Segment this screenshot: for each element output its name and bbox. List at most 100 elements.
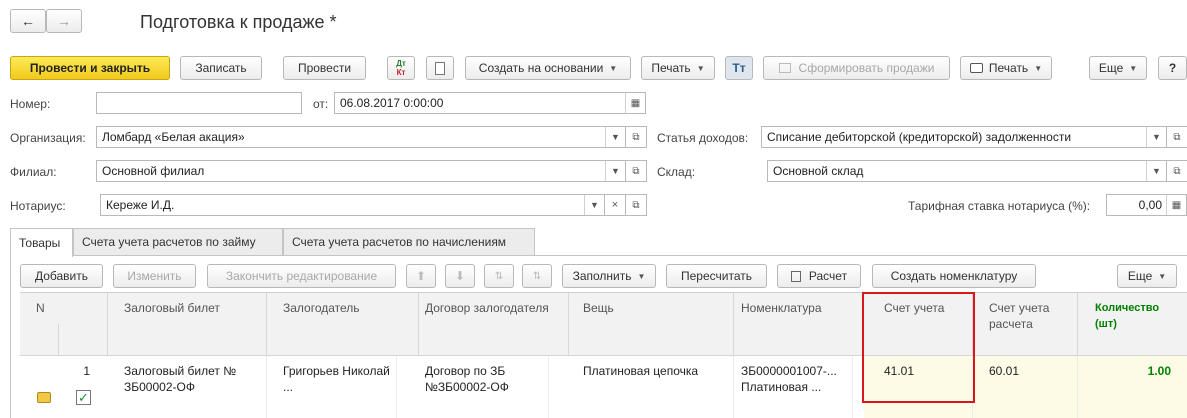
- move-up-button[interactable]: ⬆: [406, 264, 436, 288]
- row-checkbox[interactable]: ✓: [76, 390, 91, 405]
- clear-notary-button[interactable]: ×: [604, 194, 626, 216]
- write-button[interactable]: Записать: [180, 56, 262, 80]
- dropdown-arrow-icon: ▼: [696, 63, 705, 73]
- chevron-down-icon[interactable]: ▼: [605, 161, 625, 181]
- warehouse-value: Основной склад: [773, 164, 864, 178]
- col-header-settle-account[interactable]: Счет учета расчета: [983, 293, 1078, 355]
- organization-label: Организация:: [10, 131, 86, 145]
- arrow-right-icon: →: [57, 13, 71, 29]
- branch-value: Основной филиал: [102, 164, 205, 178]
- more-button[interactable]: Еще ▼: [1089, 56, 1147, 80]
- help-button[interactable]: ?: [1158, 56, 1187, 80]
- open-icon: ⧉: [632, 131, 640, 143]
- col-header-n-label: N: [36, 301, 45, 315]
- move-down-button[interactable]: ⬇: [445, 264, 475, 288]
- notary-input[interactable]: Кереже И.Д. ▼: [100, 194, 605, 216]
- notary-rate-input[interactable]: 0,00 ▦: [1106, 194, 1187, 216]
- post-and-close-button[interactable]: Провести и закрыть: [10, 56, 170, 80]
- tab-goods[interactable]: Товары: [10, 228, 73, 257]
- finish-edit-button[interactable]: Закончить редактирование: [207, 264, 396, 288]
- print2-button[interactable]: Печать ▼: [960, 56, 1052, 80]
- open-organization-button[interactable]: ⧉: [625, 126, 647, 148]
- cell-settle-account[interactable]: 60.01: [983, 356, 1078, 418]
- calendar-icon[interactable]: ▦: [625, 93, 645, 113]
- warehouse-input[interactable]: Основной склад ▼: [767, 160, 1167, 182]
- chevron-down-icon[interactable]: ▼: [584, 195, 604, 215]
- close-icon: ×: [611, 199, 619, 211]
- post-button[interactable]: Провести: [283, 56, 366, 80]
- table-more-button[interactable]: Еще ▼: [1117, 264, 1177, 288]
- open-notary-button[interactable]: ⧉: [625, 194, 647, 216]
- col-header-pledger[interactable]: Залогодатель: [277, 293, 419, 355]
- open-icon: ⧉: [1173, 131, 1181, 143]
- back-button[interactable]: ←: [10, 9, 46, 33]
- cell-contract[interactable]: Договор по ЗБ №ЗБ00002-ОФ: [419, 356, 549, 418]
- organization-input[interactable]: Ломбард «Белая акация» ▼: [96, 126, 626, 148]
- text-format-button[interactable]: Тт: [725, 56, 753, 80]
- open-branch-button[interactable]: ⧉: [625, 160, 647, 182]
- col-header-item[interactable]: Вещь: [577, 293, 734, 355]
- create-nomenclature-button[interactable]: Создать номенклатуру: [872, 264, 1036, 288]
- tab-loan-accounts[interactable]: Счета учета расчетов по займу: [73, 228, 283, 255]
- cell-nomenclature[interactable]: ЗБ0000001007-... Платиновая ...: [735, 356, 853, 418]
- sort-desc-button[interactable]: ⇅: [522, 264, 552, 288]
- cell-item[interactable]: Платиновая цепочка: [577, 356, 734, 418]
- cell-quantity[interactable]: 1.00: [1089, 356, 1177, 418]
- organization-value: Ломбард «Белая акация»: [102, 130, 245, 144]
- notary-label: Нотариус:: [10, 199, 66, 213]
- col-header-n[interactable]: N: [20, 293, 108, 355]
- tab-accrual-accounts[interactable]: Счета учета расчетов по начислениям: [283, 228, 535, 255]
- edit-row-button[interactable]: Изменить: [113, 264, 196, 288]
- chevron-down-icon[interactable]: ▼: [605, 127, 625, 147]
- calculator-icon[interactable]: ▦: [1166, 195, 1186, 215]
- recalculate-button[interactable]: Пересчитать: [666, 264, 767, 288]
- row-status-icon: [37, 392, 51, 403]
- number-input[interactable]: [96, 92, 302, 114]
- add-row-button[interactable]: Добавить: [20, 264, 103, 288]
- dropdown-arrow-icon: ▼: [637, 271, 646, 281]
- row-number: 1: [83, 364, 90, 378]
- sort-asc-button[interactable]: ⇅: [484, 264, 514, 288]
- dtkt-button[interactable]: Дт Кт: [387, 56, 415, 80]
- open-icon: ⧉: [1173, 165, 1181, 177]
- income-item-input[interactable]: Списание дебиторской (кредиторской) задо…: [761, 126, 1167, 148]
- sort-desc-icon: ⇅: [532, 270, 542, 282]
- col-header-contract[interactable]: Договор залогодателя: [419, 293, 569, 355]
- more-label: Еще: [1098, 61, 1124, 75]
- fill-label: Заполнить: [572, 269, 632, 283]
- branch-input[interactable]: Основной филиал ▼: [96, 160, 626, 182]
- date-input[interactable]: 06.08.2017 0:00:00 ▦: [334, 92, 646, 114]
- col-header-ticket[interactable]: Залоговый билет: [118, 293, 267, 355]
- checkmark-icon: ✓: [78, 390, 89, 405]
- date-from-label: от:: [313, 97, 329, 111]
- arrow-up-icon: ⬆: [415, 269, 427, 283]
- chevron-down-icon[interactable]: ▼: [1146, 161, 1166, 181]
- open-warehouse-button[interactable]: ⧉: [1166, 160, 1187, 182]
- cell-ticket[interactable]: Залоговый билет № ЗБ00002-ОФ: [118, 356, 267, 418]
- forward-button[interactable]: →: [46, 9, 82, 33]
- create-based-on-button[interactable]: Создать на основании ▼: [465, 56, 631, 80]
- form-sales-button[interactable]: Сформировать продажи: [763, 56, 950, 80]
- open-income-item-button[interactable]: ⧉: [1166, 126, 1187, 148]
- page-title: Подготовка к продаже *: [140, 12, 337, 32]
- dropdown-arrow-icon: ▼: [1129, 63, 1138, 73]
- col-header-nomenclature[interactable]: Номенклатура: [735, 293, 863, 355]
- highlight-frame: [862, 292, 975, 403]
- chevron-down-icon[interactable]: ▼: [1146, 127, 1166, 147]
- form-sales-label: Сформировать продажи: [798, 61, 935, 75]
- document-button[interactable]: [426, 56, 454, 80]
- calculation-button[interactable]: Расчет: [777, 264, 861, 288]
- printer-icon: [969, 63, 983, 73]
- warehouse-label: Склад:: [657, 165, 696, 179]
- fill-button[interactable]: Заполнить ▼: [562, 264, 656, 288]
- print-button[interactable]: Печать ▼: [641, 56, 715, 80]
- notary-value: Кереже И.Д.: [106, 198, 175, 212]
- col-header-quantity[interactable]: Количество (шт): [1089, 293, 1187, 355]
- number-label: Номер:: [10, 97, 51, 111]
- form-sales-icon: [778, 63, 791, 73]
- col-header-split: [58, 324, 59, 355]
- income-item-value: Списание дебиторской (кредиторской) задо…: [767, 130, 1072, 144]
- document-icon: [435, 61, 445, 75]
- open-icon: ⧉: [632, 199, 640, 211]
- cell-pledger[interactable]: Григорьев Николай ...: [277, 356, 397, 418]
